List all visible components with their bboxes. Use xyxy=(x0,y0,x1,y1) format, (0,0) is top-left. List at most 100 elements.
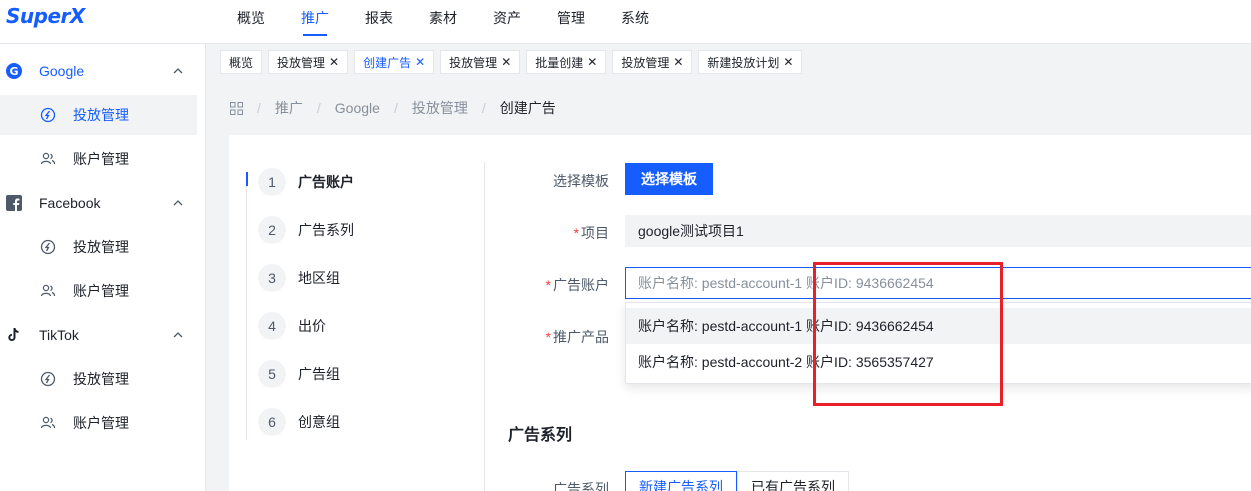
tab-label: 投放管理 xyxy=(277,55,326,70)
step-ad-group[interactable]: 5 广告组 xyxy=(258,359,340,389)
breadcrumb-separator: / xyxy=(316,100,321,116)
top-nav-materials[interactable]: 素材 xyxy=(429,0,457,44)
top-nav-assets[interactable]: 资产 xyxy=(493,0,521,44)
sidebar-item-label: 投放管理 xyxy=(73,371,129,387)
sidebar: G Google 投放管理 账户管理 Facebook 投放管理 账户管理 Ti… xyxy=(0,44,206,491)
step-number: 2 xyxy=(258,216,286,244)
step-number: 1 xyxy=(258,168,286,196)
sidebar-item-facebook-delivery[interactable]: 投放管理 xyxy=(0,227,197,267)
step-ad-account[interactable]: 1 广告账户 xyxy=(258,167,354,197)
svg-text:G: G xyxy=(9,65,18,78)
required-mark: * xyxy=(545,329,551,345)
steps-divider xyxy=(484,162,485,491)
sidebar-item-tiktok-delivery[interactable]: 投放管理 xyxy=(0,359,197,399)
tab-label: 创建广告 xyxy=(363,55,412,70)
top-nav-reports[interactable]: 报表 xyxy=(365,0,393,44)
close-icon[interactable]: ✕ xyxy=(673,56,683,68)
campaign-radio-group: 新建广告系列 已有广告系列 xyxy=(625,471,849,491)
breadcrumb-separator: / xyxy=(257,100,261,116)
step-ad-campaign[interactable]: 2 广告系列 xyxy=(258,215,354,245)
tab-new-delivery-plan[interactable]: 新建投放计划 ✕ xyxy=(698,50,803,74)
existing-campaign-option[interactable]: 已有广告系列 xyxy=(737,471,849,491)
close-icon[interactable]: ✕ xyxy=(587,56,597,68)
breadcrumb-separator: / xyxy=(481,100,486,116)
top-nav-management[interactable]: 管理 xyxy=(557,0,585,44)
required-mark: * xyxy=(545,277,551,293)
apps-grid-icon[interactable] xyxy=(230,101,243,115)
sidebar-group-label: Facebook xyxy=(39,195,101,211)
step-label: 地区组 xyxy=(298,270,340,286)
tab-label: 投放管理 xyxy=(621,55,670,70)
facebook-icon xyxy=(6,195,22,211)
tab-label: 批量创建 xyxy=(535,55,584,70)
step-number: 3 xyxy=(258,264,286,292)
project-label: * 项目 xyxy=(540,223,609,243)
new-campaign-option[interactable]: 新建广告系列 xyxy=(625,471,737,491)
tab-batch-create[interactable]: 批量创建 ✕ xyxy=(526,50,607,74)
project-field: google测试项目1 xyxy=(625,215,1251,247)
step-region-group[interactable]: 3 地区组 xyxy=(258,263,340,293)
sidebar-group-tiktok[interactable]: TikTok xyxy=(0,313,206,357)
promoted-product-label-text: 推广产品 xyxy=(553,329,609,345)
campaign-field-label: 广告系列 xyxy=(553,481,609,491)
users-icon xyxy=(40,284,56,297)
project-label-text: 项目 xyxy=(581,225,609,241)
step-label: 广告系列 xyxy=(298,222,354,238)
sidebar-item-label: 账户管理 xyxy=(73,415,129,431)
tab-label: 概览 xyxy=(229,55,254,70)
template-label: 选择模板 xyxy=(553,173,609,189)
step-creative-group[interactable]: 6 创意组 xyxy=(258,407,340,437)
annotation-highlight-box xyxy=(813,262,1003,406)
step-label: 出价 xyxy=(298,318,326,334)
campaign-section-title: 广告系列 xyxy=(508,427,573,444)
delivery-icon xyxy=(40,239,56,255)
close-icon[interactable]: ✕ xyxy=(501,56,511,68)
sidebar-item-facebook-accounts[interactable]: 账户管理 xyxy=(0,271,197,311)
top-nav-overview[interactable]: 概览 xyxy=(237,0,265,44)
steps-active-indicator xyxy=(246,172,248,186)
choose-template-button[interactable]: 选择模板 xyxy=(625,163,713,195)
tab-label: 投放管理 xyxy=(449,55,498,70)
app-logo[interactable]: SuperX xyxy=(6,4,85,28)
tab-create-ad[interactable]: 创建广告 ✕ xyxy=(354,50,435,74)
breadcrumb-separator: / xyxy=(393,100,398,116)
top-nav-system[interactable]: 系统 xyxy=(621,0,649,44)
top-bar: SuperX 概览 推广 报表 素材 资产 管理 系统 xyxy=(0,0,1251,44)
required-mark: * xyxy=(573,225,579,241)
breadcrumb-item[interactable]: Google xyxy=(335,100,380,116)
tiktok-icon xyxy=(6,327,22,343)
sidebar-group-facebook[interactable]: Facebook xyxy=(0,181,206,225)
sidebar-group-label: Google xyxy=(39,63,85,79)
tab-delivery-management[interactable]: 投放管理 ✕ xyxy=(268,50,349,74)
chevron-up-icon xyxy=(173,200,183,206)
top-nav-promotion[interactable]: 推广 xyxy=(301,0,329,44)
sidebar-item-google-accounts[interactable]: 账户管理 xyxy=(0,139,197,179)
sidebar-item-label: 账户管理 xyxy=(73,283,129,299)
ad-account-label-text: 广告账户 xyxy=(553,277,609,293)
step-number: 4 xyxy=(258,312,286,340)
tab-overview[interactable]: 概览 xyxy=(220,50,263,74)
tab-delivery-management-3[interactable]: 投放管理 ✕ xyxy=(612,50,693,74)
sidebar-item-label: 投放管理 xyxy=(73,239,129,255)
step-number: 5 xyxy=(258,360,286,388)
step-bidding[interactable]: 4 出价 xyxy=(258,311,326,341)
tab-delivery-management-2[interactable]: 投放管理 ✕ xyxy=(440,50,521,74)
breadcrumb-item[interactable]: 推广 xyxy=(275,98,303,118)
sidebar-item-label: 账户管理 xyxy=(73,151,129,167)
close-icon[interactable]: ✕ xyxy=(783,56,793,68)
breadcrumb-current: 创建广告 xyxy=(499,100,556,116)
users-icon xyxy=(40,152,56,165)
sidebar-item-google-delivery[interactable]: 投放管理 xyxy=(0,95,197,135)
delivery-icon xyxy=(40,371,56,387)
close-icon[interactable]: ✕ xyxy=(329,56,339,68)
chevron-up-icon xyxy=(173,68,183,74)
step-number: 6 xyxy=(258,408,286,436)
close-icon[interactable]: ✕ xyxy=(415,56,425,68)
breadcrumb-item[interactable]: 投放管理 xyxy=(412,98,468,118)
users-icon xyxy=(40,416,56,429)
sidebar-item-tiktok-accounts[interactable]: 账户管理 xyxy=(0,403,197,443)
step-label: 广告组 xyxy=(298,366,340,382)
sidebar-group-google[interactable]: G Google xyxy=(0,49,206,93)
google-icon: G xyxy=(6,63,22,79)
step-label: 广告账户 xyxy=(298,174,354,190)
